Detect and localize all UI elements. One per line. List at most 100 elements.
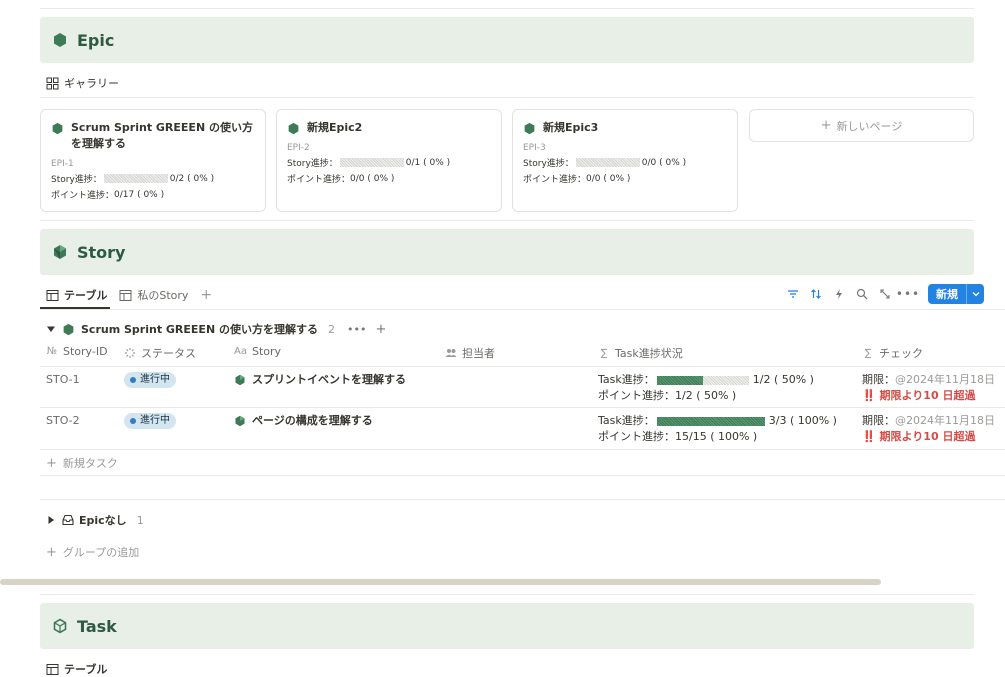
- tab-my-story-label: 私のStory: [137, 289, 189, 302]
- divider: [40, 220, 974, 221]
- column-header-check[interactable]: ∑ チェック: [862, 345, 923, 361]
- row-divider: [40, 499, 1005, 500]
- new-story-button[interactable]: 新規: [928, 284, 984, 304]
- tab-table-label: テーブル: [64, 663, 108, 676]
- story-toolbar: ••• 新規: [786, 284, 984, 304]
- column-header-task-progress[interactable]: ∑ Task進捗状況: [598, 345, 683, 361]
- plus-icon: +: [46, 544, 57, 560]
- number-icon: №: [46, 346, 58, 357]
- more-options-icon[interactable]: •••: [347, 323, 366, 336]
- plus-icon[interactable]: +: [375, 322, 386, 337]
- status-badge[interactable]: 進行中: [124, 413, 176, 429]
- row-divider: [40, 449, 1005, 450]
- hexagon-icon: [288, 122, 299, 135]
- progress-bar: [103, 174, 168, 183]
- epic-card-title: Scrum Sprint GREEEN の使い方を理解する: [71, 121, 253, 150]
- hexagon-icon: [52, 122, 63, 135]
- divider: [40, 309, 1005, 310]
- tab-table-label: テーブル: [64, 289, 108, 302]
- group-header[interactable]: Scrum Sprint GREEEN の使い方を理解する 2 ••• +: [46, 321, 386, 337]
- triangle-down-icon[interactable]: [46, 324, 56, 334]
- plus-icon: +: [820, 118, 832, 133]
- status-dot-icon: [130, 418, 136, 424]
- column-header-story[interactable]: Aa Story: [234, 345, 281, 358]
- story-id: STO-2: [46, 414, 80, 427]
- add-group-button[interactable]: + グループの追加: [46, 544, 139, 560]
- horizontal-scrollbar[interactable]: [0, 579, 881, 585]
- triangle-right-icon[interactable]: [46, 515, 56, 525]
- row-divider: [40, 407, 1005, 408]
- sort-icon[interactable]: [809, 287, 823, 301]
- progress-bar: [656, 375, 749, 385]
- status-dot-icon: [130, 377, 136, 383]
- automation-bolt-icon[interactable]: [832, 287, 846, 301]
- epic-card-story-progress: Story進捗： 0/2 ( 0% ): [51, 173, 215, 186]
- column-header-id[interactable]: № Story-ID: [46, 345, 108, 358]
- epic-card-id: EPI-1: [51, 159, 74, 169]
- row-divider: [40, 366, 1005, 367]
- status-loader-icon: [124, 347, 136, 359]
- more-options-icon[interactable]: •••: [896, 287, 919, 301]
- divider: [40, 97, 974, 98]
- cube-icon: [234, 415, 246, 427]
- hexagon-icon: [524, 122, 535, 135]
- tab-table[interactable]: テーブル: [46, 661, 107, 677]
- cube-icon: [52, 244, 68, 260]
- sigma-icon: ∑: [864, 347, 872, 359]
- inbox-icon: [62, 514, 74, 526]
- cube-icon: [234, 374, 246, 386]
- row-divider: [40, 475, 1005, 476]
- epic-card[interactable]: Scrum Sprint GREEEN の使い方を理解する EPI-1 Stor…: [40, 109, 266, 212]
- check-cell: 期限：@2024年11月18日 ‼️ 期限より10 日超過: [862, 414, 995, 443]
- epic-section-header: Epic: [40, 17, 974, 63]
- epic-card-story-progress: Story進捗： 0/1 ( 0% ): [287, 157, 451, 170]
- epic-card-title: 新規Epic3: [543, 121, 599, 134]
- task-progress-cell: Task進捗： 1/2 ( 50% ) ポイント進捗：1/2 ( 50% ): [598, 373, 814, 402]
- text-aa-icon: Aa: [234, 346, 247, 357]
- progress-bar: [575, 158, 640, 167]
- epic-card-point-progress: ポイント進捗： 0/0 ( 0% ): [523, 173, 631, 186]
- table-icon: [46, 289, 59, 302]
- epic-card[interactable]: 新規Epic2 EPI-2 Story進捗： 0/1 ( 0% ) ポイント進捗…: [276, 109, 502, 212]
- epic-card[interactable]: 新規Epic3 EPI-3 Story進捗： 0/0 ( 0% ) ポイント進捗…: [512, 109, 738, 212]
- add-view-icon[interactable]: +: [200, 287, 212, 303]
- chevron-down-icon[interactable]: [966, 284, 984, 304]
- filter-icon[interactable]: [786, 287, 800, 301]
- story-title: Story: [77, 242, 126, 262]
- epic-title: Epic: [77, 30, 115, 50]
- tab-table[interactable]: テーブル: [46, 287, 107, 303]
- epic-card-point-progress: ポイント進捗： 0/17 ( 0% ): [51, 189, 165, 202]
- sigma-icon: ∑: [600, 347, 608, 359]
- column-header-status[interactable]: ステータス: [124, 345, 196, 361]
- epic-card-id: EPI-2: [287, 143, 310, 153]
- divider: [40, 594, 974, 595]
- new-task-button[interactable]: + 新規タスク: [46, 455, 118, 471]
- people-icon: [445, 347, 457, 359]
- divider: [40, 8, 974, 9]
- column-header-assignee[interactable]: 担当者: [445, 345, 495, 361]
- expand-icon[interactable]: [878, 287, 892, 301]
- table-icon: [119, 289, 132, 302]
- story-view-tabs: テーブル 私のStory +: [46, 287, 212, 303]
- cube-outline-icon: [52, 618, 68, 634]
- epic-card-story-progress: Story進捗： 0/0 ( 0% ): [523, 157, 687, 170]
- gallery-icon: [46, 77, 59, 90]
- task-title: Task: [77, 616, 117, 636]
- status-badge[interactable]: 進行中: [124, 372, 176, 388]
- task-view-tabs: テーブル: [46, 661, 119, 677]
- hexagon-icon: [52, 32, 68, 48]
- tab-gallery[interactable]: ギャラリー: [46, 75, 119, 91]
- story-id: STO-1: [46, 373, 80, 386]
- group-name: Scrum Sprint GREEEN の使い方を理解する: [81, 323, 318, 336]
- group-header[interactable]: Epicなし 1: [46, 512, 144, 528]
- group-count: 2: [327, 322, 335, 336]
- progress-bar: [339, 158, 404, 167]
- tab-my-story[interactable]: 私のStory: [119, 287, 188, 303]
- story-name-cell[interactable]: スプリントイベントを理解する: [234, 372, 406, 388]
- group-name: Epicなし: [79, 514, 127, 527]
- story-name-cell[interactable]: ページの構成を理解する: [234, 413, 373, 429]
- search-icon[interactable]: [855, 287, 869, 301]
- new-page-button[interactable]: + 新しいページ: [749, 109, 974, 142]
- epic-card-title: 新規Epic2: [307, 121, 363, 134]
- epic-card-point-progress: ポイント進捗： 0/0 ( 0% ): [287, 173, 395, 186]
